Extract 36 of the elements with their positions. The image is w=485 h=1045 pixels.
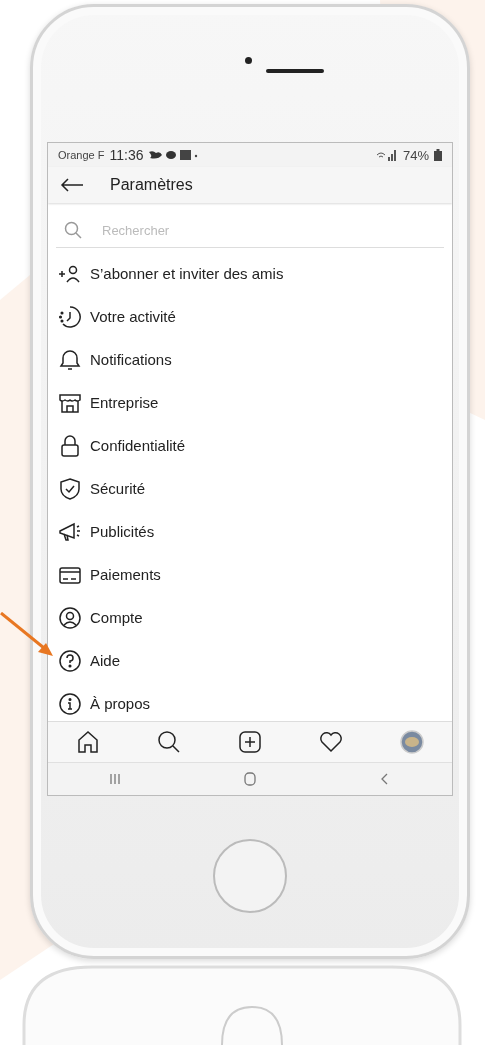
- battery-icon: [434, 149, 442, 161]
- settings-item[interactable]: À propos: [48, 682, 452, 721]
- settings-item[interactable]: Entreprise: [48, 381, 452, 424]
- settings-item[interactable]: Sécurité: [48, 467, 452, 510]
- signal-icon: [375, 149, 398, 161]
- home-icon[interactable]: [76, 730, 101, 754]
- notification-icons: [148, 149, 199, 161]
- settings-item[interactable]: Confidentialité: [48, 424, 452, 467]
- speaker-icon: [266, 69, 324, 73]
- search-field[interactable]: Rechercher: [100, 221, 304, 239]
- heart-icon[interactable]: [318, 730, 343, 754]
- back-arrow-icon[interactable]: [60, 178, 84, 192]
- carrier-text: Orange F: [58, 149, 105, 161]
- pointer-arrow: [0, 612, 56, 658]
- settings-item[interactable]: Votre activité: [48, 295, 452, 338]
- bell-icon: [58, 347, 82, 372]
- shield-check-icon: [58, 476, 82, 501]
- settings-item[interactable]: Aide: [48, 639, 452, 682]
- status-time: 11:36: [109, 147, 144, 163]
- question-circle-icon: [58, 648, 82, 673]
- search-icon[interactable]: [157, 730, 182, 754]
- info-circle-icon: [58, 691, 82, 716]
- screen-title: Paramètres: [110, 176, 193, 194]
- settings-item[interactable]: S’abonner et inviter des amis: [48, 252, 452, 295]
- person-circle-icon: [58, 605, 82, 630]
- lock-icon: [58, 433, 82, 458]
- settings-item[interactable]: Publicités: [48, 510, 452, 553]
- search-icon: [64, 221, 82, 239]
- clock-icon: [58, 304, 82, 329]
- avatar-icon[interactable]: [399, 730, 424, 754]
- settings-item[interactable]: Notifications: [48, 338, 452, 381]
- camera-icon: [245, 57, 252, 64]
- plus-square-icon[interactable]: [238, 730, 262, 754]
- settings-item[interactable]: Paiements: [48, 553, 452, 596]
- settings-item[interactable]: Compte: [48, 596, 452, 639]
- battery-percent: 74%: [402, 147, 429, 163]
